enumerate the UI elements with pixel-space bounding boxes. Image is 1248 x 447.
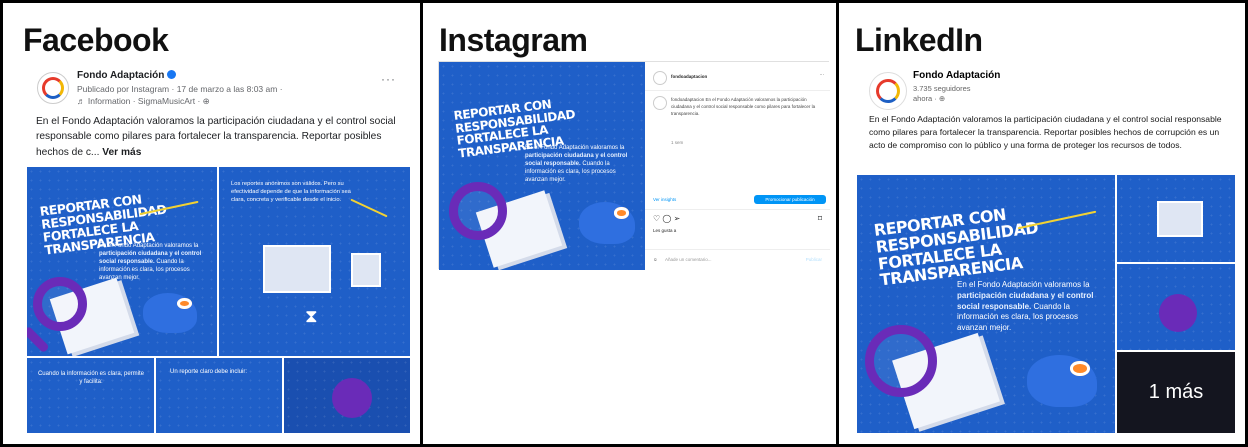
instagram-post: Reportar con responsabilidad fortalece l… xyxy=(438,61,830,270)
ig-action-icons: ♡ ◯ ➢ xyxy=(653,214,680,223)
ig-separator-2 xyxy=(645,209,830,210)
magnifier-handle xyxy=(27,325,50,354)
lizard-illustration xyxy=(143,293,197,333)
post-meta: Publicado por Instagram · 17 de marzo a … xyxy=(77,84,283,94)
li-image-headline: Reportar con responsabilidad fortalece l… xyxy=(872,204,1040,290)
li-image-main[interactable]: Reportar con responsabilidad fortalece l… xyxy=(857,175,1115,433)
emoji-icon[interactable]: ☺ xyxy=(653,257,658,262)
li-growth-icon xyxy=(1159,294,1197,332)
hourglass-icon: ⧗ xyxy=(305,306,318,326)
panel-title-instagram: Instagram xyxy=(439,22,588,58)
ig-separator-3 xyxy=(645,249,830,250)
panel-title-linkedin: LinkedIn xyxy=(855,22,983,58)
post-image-2[interactable]: Los reportes anónimos son válidos. Pero … xyxy=(219,167,410,356)
li-image-2[interactable] xyxy=(1117,175,1235,262)
post-image-3[interactable]: Cuando la información es clara, permite … xyxy=(27,358,154,433)
li-magnifier-icon xyxy=(865,325,937,397)
ig-post-image[interactable]: Reportar con responsabilidad fortalece l… xyxy=(439,62,645,270)
li-post-text: En el Fondo Adaptación valoramos la part… xyxy=(869,114,1222,151)
magnifier-icon xyxy=(33,277,87,331)
page-avatar[interactable] xyxy=(37,72,69,104)
post-image-5[interactable] xyxy=(284,358,410,433)
ig-image-body: En el Fondo Adaptación valoramos la part… xyxy=(525,145,628,184)
li-image-body: En el Fondo Adaptación valoramos la part… xyxy=(957,280,1094,333)
more-options-icon[interactable]: ··· xyxy=(381,72,396,86)
divider-left xyxy=(420,0,423,447)
facebook-post: Fondo Adaptación Publicado por Instagram… xyxy=(27,62,410,433)
ig-separator xyxy=(645,90,830,91)
bookmark-icon[interactable]: ⌑ xyxy=(818,214,822,223)
li-logo-icon xyxy=(876,79,900,103)
image-2-text: Los reportes anónimos son válidos. Pero … xyxy=(231,181,351,203)
li-lizard-illustration xyxy=(1027,355,1097,407)
share-icon[interactable]: ➢ xyxy=(674,214,681,223)
li-followers: 3.735 seguidores xyxy=(913,84,971,93)
music-line[interactable]: ♬ Information · SigmaMusicArt · ⊕ xyxy=(77,96,210,107)
image-4-text: Un reporte claro debe incluir: xyxy=(170,369,248,375)
promote-button[interactable]: Promocionar publicación xyxy=(754,195,826,204)
linkedin-post: Fondo Adaptación 3.735 seguidores ahora … xyxy=(855,62,1235,433)
yellow-line-2 xyxy=(350,198,388,218)
see-more-link[interactable]: Ver más xyxy=(102,147,141,158)
post-comment-button[interactable]: Publicar xyxy=(806,257,822,262)
question-icon xyxy=(332,378,372,418)
ig-more-icon[interactable]: ··· xyxy=(820,72,825,77)
ig-account-name[interactable]: fondoadaptacion xyxy=(671,74,707,79)
chart-illustration xyxy=(351,253,381,287)
ig-lizard-illustration xyxy=(579,202,635,244)
li-page-name[interactable]: Fondo Adaptación xyxy=(913,70,1000,81)
page-name-link[interactable]: Fondo Adaptación xyxy=(77,70,177,81)
comment-icon[interactable]: ◯ xyxy=(662,214,671,223)
panel-title-facebook: Facebook xyxy=(23,22,169,58)
divider-right xyxy=(836,0,839,447)
more-images-overlay[interactable]: 1 más xyxy=(1117,352,1235,433)
ig-caption: fondoadaptacion En el Fondo Adaptación v… xyxy=(671,97,816,116)
comment-input[interactable]: Añade un comentario... xyxy=(665,257,712,262)
globe-icon: ⊕ xyxy=(938,94,946,103)
ig-magnifier-icon xyxy=(449,182,507,240)
li-image-3[interactable] xyxy=(1117,264,1235,350)
li-time: ahora · ⊕ xyxy=(913,94,946,103)
image-body: En el Fondo Adaptación valoramos la part… xyxy=(99,243,202,282)
laptop-illustration xyxy=(263,245,331,293)
globe-icon: ⊕ xyxy=(202,96,210,106)
image-3-text: Cuando la información es clara, permite … xyxy=(37,371,145,386)
li-laptop-illustration xyxy=(1157,201,1203,237)
verified-badge-icon xyxy=(167,70,177,79)
post-image-4[interactable]: Un reporte claro debe incluir: xyxy=(156,358,282,433)
ig-time: 1 sem xyxy=(671,140,684,145)
logo-icon xyxy=(42,77,64,99)
post-text: En el Fondo Adaptación valoramos la part… xyxy=(36,116,396,158)
post-image-main[interactable]: Reportar con responsabilidad fortalece l… xyxy=(27,167,217,356)
ig-likes[interactable]: Les gusta a xyxy=(653,228,676,233)
li-page-avatar[interactable] xyxy=(869,72,907,110)
heart-icon[interactable]: ♡ xyxy=(653,214,660,223)
ig-caption-avatar xyxy=(653,96,667,110)
ig-avatar[interactable] xyxy=(653,71,667,85)
ig-insights-link[interactable]: Ver insights xyxy=(653,197,676,202)
ig-sidebar: fondoadaptacion ··· fondoadaptacion En e… xyxy=(645,62,830,270)
